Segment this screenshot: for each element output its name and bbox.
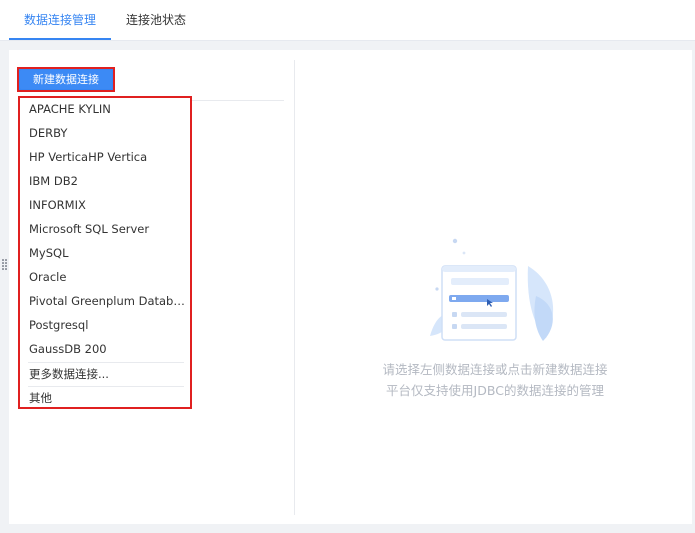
dropdown-item-ibm-db2[interactable]: IBM DB2	[29, 170, 189, 192]
tab-connection-pool-status[interactable]: 连接池状态	[113, 0, 199, 41]
empty-state-line-1: 请选择左侧数据连接或点击新建数据连接	[382, 362, 608, 377]
document-list-illustration-icon	[430, 238, 554, 341]
tab-data-connection-management[interactable]: 数据连接管理	[9, 0, 111, 41]
dropdown-item-derby[interactable]: DERBY	[29, 122, 189, 144]
new-data-connection-button[interactable]: 新建数据连接	[17, 67, 115, 92]
connection-type-dropdown: APACHE KYLIN DERBY HP VerticaHP Vertica …	[18, 96, 192, 409]
dropdown-item-mysql[interactable]: MySQL	[29, 242, 189, 264]
dropdown-item-hp-vertica[interactable]: HP VerticaHP Vertica	[29, 146, 189, 168]
dropdown-item-gaussdb[interactable]: GaussDB 200	[29, 338, 189, 360]
dropdown-item-sql-server[interactable]: Microsoft SQL Server	[29, 218, 189, 240]
dropdown-item-more-connections[interactable]: 更多数据连接...	[29, 363, 189, 385]
empty-state-line-2: 平台仅支持使用JDBC的数据连接的管理	[386, 383, 604, 398]
active-tab-indicator	[9, 38, 111, 40]
dropdown-item-other[interactable]: 其他	[29, 387, 189, 409]
new-data-connection-label: 新建数据连接	[20, 70, 112, 89]
resize-handle[interactable]	[2, 259, 7, 271]
tab-bar: 数据连接管理 连接池状态	[0, 0, 695, 41]
dropdown-item-greenplum[interactable]: Pivotal Greenplum Databa...	[29, 290, 189, 312]
dropdown-item-oracle[interactable]: Oracle	[29, 266, 189, 288]
dropdown-item-apache-kylin[interactable]: APACHE KYLIN	[29, 98, 189, 120]
panel-divider	[294, 60, 295, 515]
dropdown-item-postgresql[interactable]: Postgresql	[29, 314, 189, 336]
dropdown-item-informix[interactable]: INFORMIX	[29, 194, 189, 216]
